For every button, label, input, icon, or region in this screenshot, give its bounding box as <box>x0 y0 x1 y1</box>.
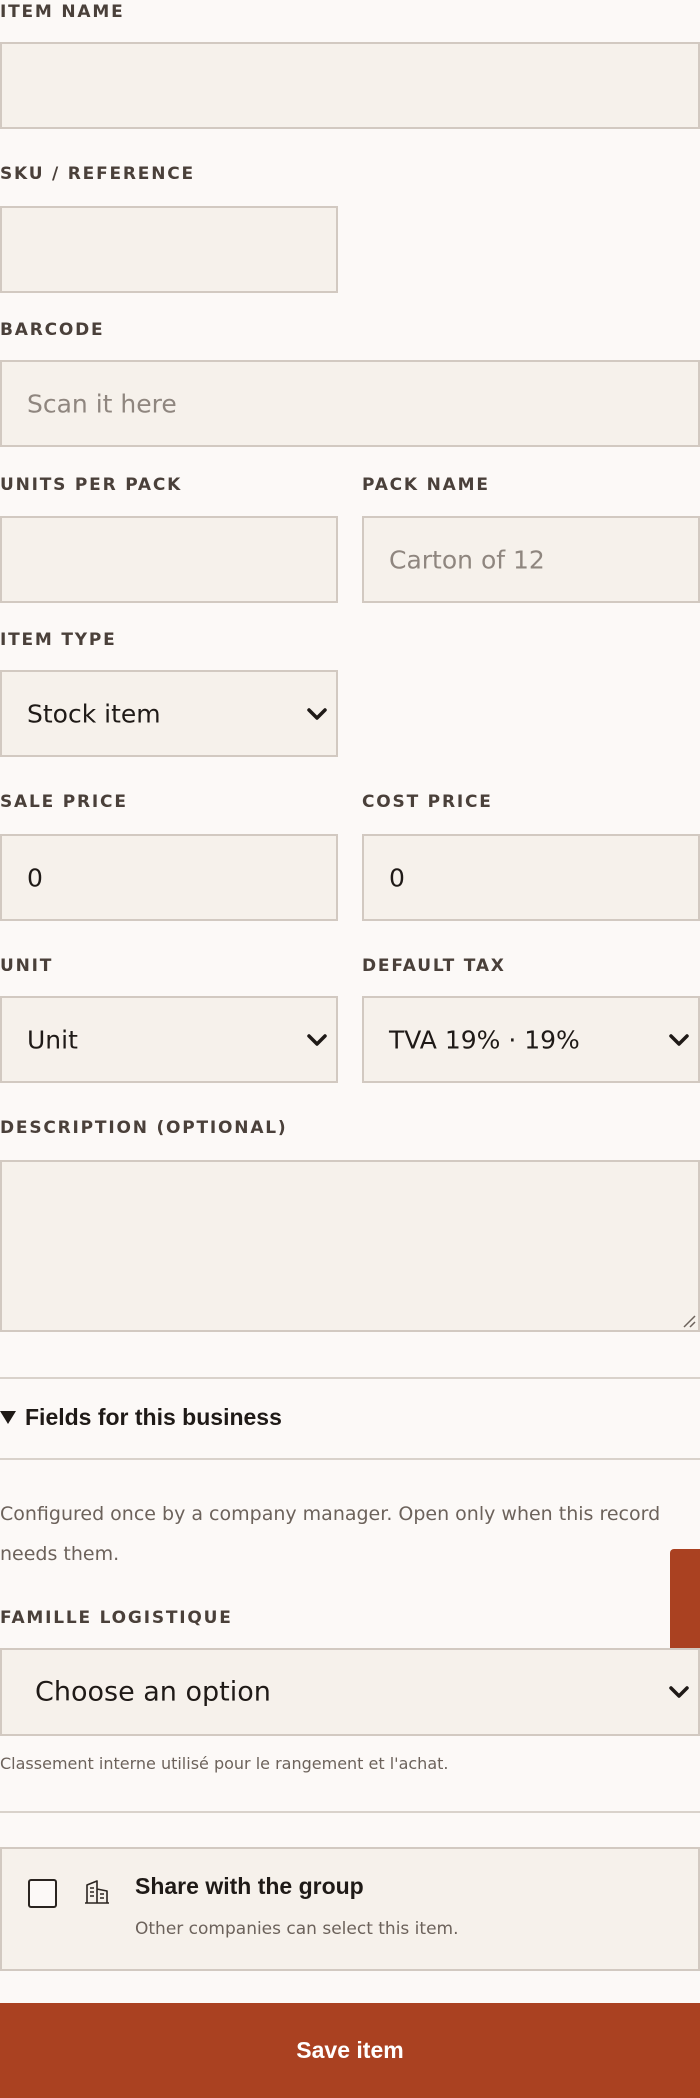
default-tax-value: TVA 19% · 19% <box>389 1025 580 1054</box>
building-icon <box>85 1880 109 1904</box>
business-fields-help: Configured once by a company manager. Op… <box>0 1503 661 1565</box>
sku-label: SKU / REFERENCE <box>0 164 195 184</box>
item-type-label: ITEM TYPE <box>0 630 117 650</box>
resize-handle-icon[interactable] <box>680 1312 696 1328</box>
sale-price-value: 0 <box>27 863 43 892</box>
share-title: Share with the group <box>135 1873 364 1899</box>
item-name-label: ITEM NAME <box>0 2 125 22</box>
famille-logistique-value: Choose an option <box>35 1676 271 1708</box>
divider <box>0 1458 700 1460</box>
cost-price-label: COST PRICE <box>362 792 493 812</box>
save-item-button[interactable]: Save item <box>0 2003 700 2098</box>
chevron-down-icon <box>669 1033 689 1046</box>
default-tax-label: DEFAULT TAX <box>362 956 506 976</box>
share-subtitle: Other companies can select this item. <box>135 1919 459 1939</box>
sku-input[interactable] <box>0 206 338 293</box>
cost-price-value: 0 <box>389 863 405 892</box>
unit-label: UNIT <box>0 956 54 976</box>
default-tax-select[interactable]: TVA 19% · 19% <box>362 996 700 1083</box>
share-with-group-card[interactable]: Share with the group Other companies can… <box>0 1847 700 1971</box>
item-name-input[interactable] <box>0 42 700 129</box>
description-textarea[interactable] <box>0 1160 700 1332</box>
business-fields-summary[interactable]: Fields for this business <box>25 1404 282 1431</box>
description-label: DESCRIPTION (OPTIONAL) <box>0 1118 288 1138</box>
barcode-label: BARCODE <box>0 320 105 340</box>
famille-logistique-select[interactable]: Choose an option <box>0 1648 700 1736</box>
chevron-down-icon <box>307 707 327 720</box>
units-per-pack-input[interactable] <box>0 516 338 603</box>
cost-price-input[interactable]: 0 <box>362 834 700 921</box>
chevron-down-icon <box>307 1033 327 1046</box>
item-type-select[interactable]: Stock item <box>0 670 338 757</box>
famille-logistique-hint: Classement interne utilisé pour le range… <box>0 1754 449 1773</box>
divider <box>0 1377 700 1379</box>
side-panel-tab[interactable] <box>670 1549 700 1659</box>
pack-name-label: PACK NAME <box>362 475 490 495</box>
chevron-down-icon <box>669 1686 689 1698</box>
triangle-down-icon[interactable] <box>0 1411 16 1424</box>
pack-name-placeholder: Carton of 12 <box>389 545 545 574</box>
share-checkbox[interactable] <box>28 1879 57 1908</box>
sale-price-input[interactable]: 0 <box>0 834 338 921</box>
divider <box>0 1811 700 1813</box>
unit-select[interactable]: Unit <box>0 996 338 1083</box>
sale-price-label: SALE PRICE <box>0 792 128 812</box>
pack-name-input[interactable]: Carton of 12 <box>362 516 700 603</box>
unit-value: Unit <box>27 1025 78 1054</box>
units-per-pack-label: UNITS PER PACK <box>0 475 183 495</box>
barcode-placeholder: Scan it here <box>27 389 177 418</box>
famille-logistique-label: FAMILLE LOGISTIQUE <box>0 1608 233 1628</box>
item-type-value: Stock item <box>27 699 161 728</box>
barcode-input[interactable]: Scan it here <box>0 360 700 447</box>
